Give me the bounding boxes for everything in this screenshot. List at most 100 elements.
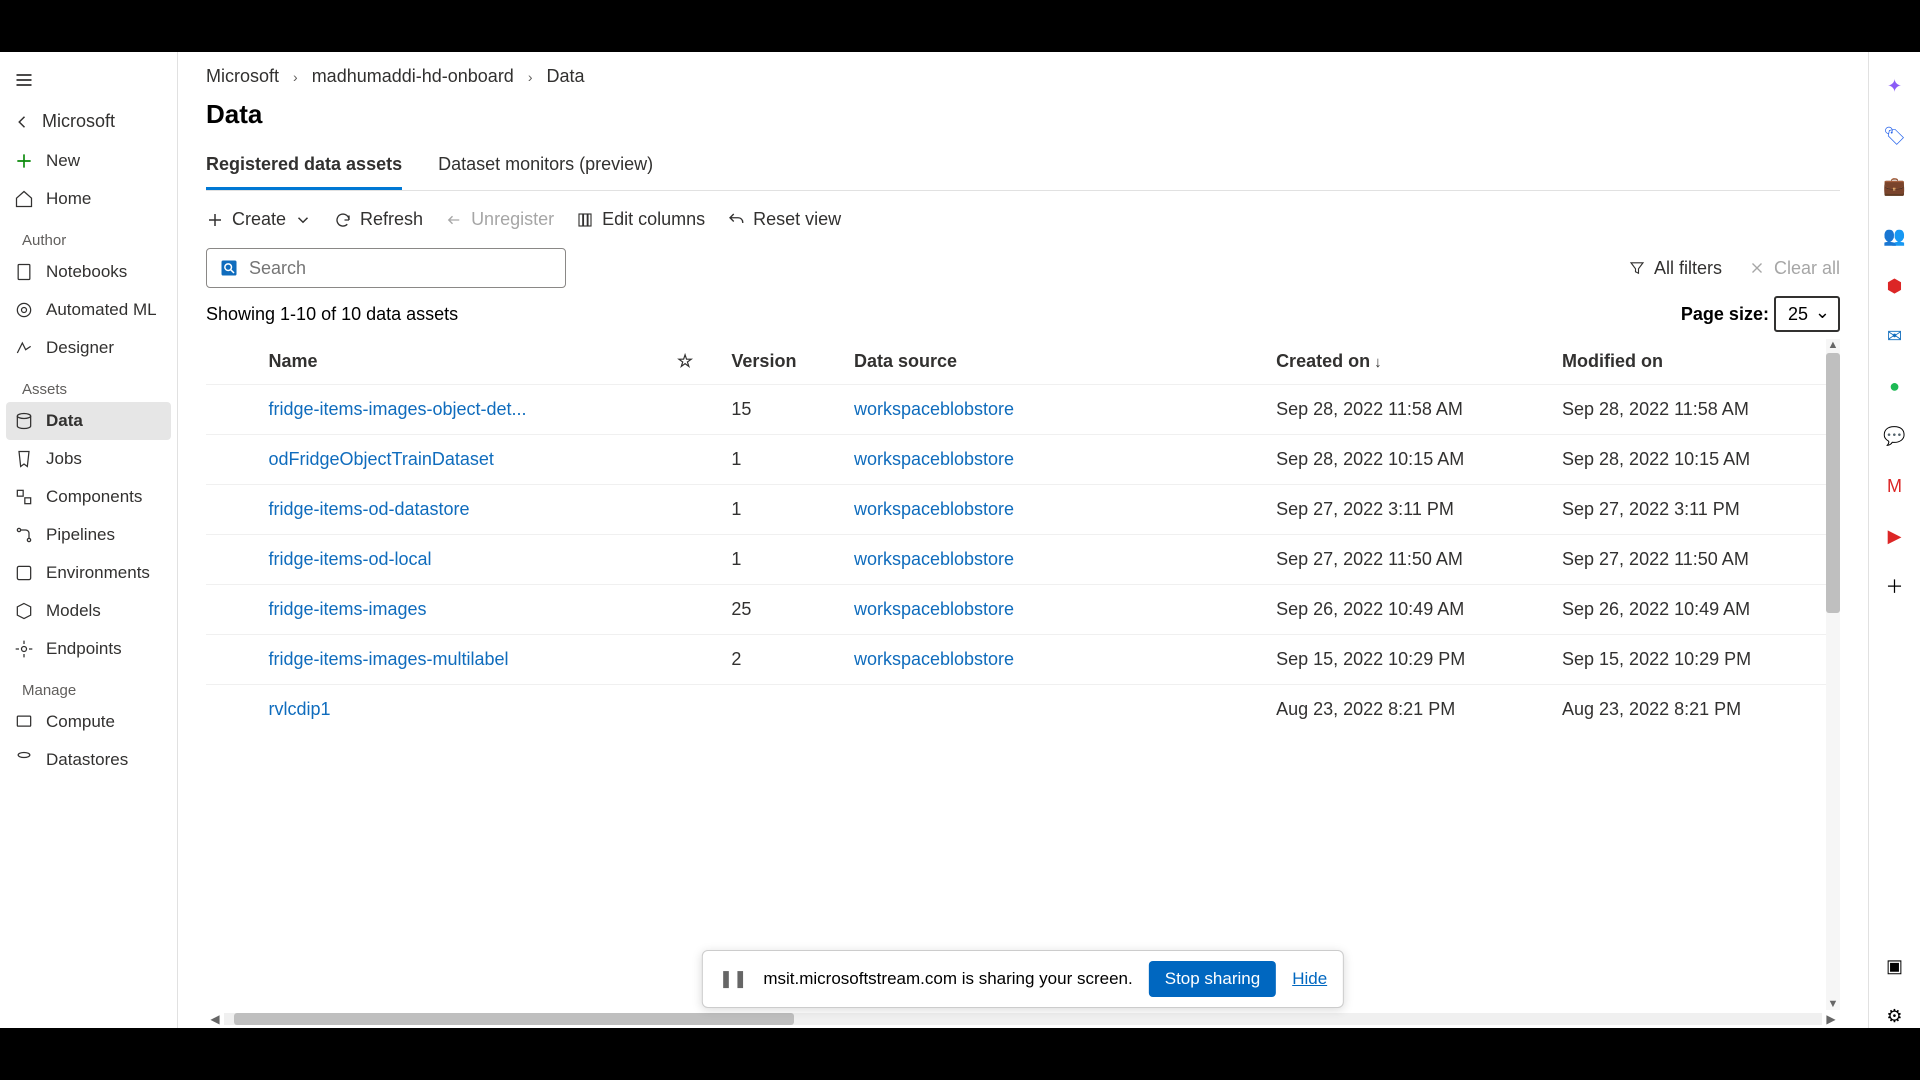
youtube-icon[interactable]: ▶	[1883, 524, 1907, 548]
row-datasource[interactable]: workspaceblobstore	[846, 585, 1268, 635]
row-datasource[interactable]: workspaceblobstore	[846, 635, 1268, 685]
workspace-selector[interactable]: Microsoft	[0, 101, 177, 142]
edit-columns-button[interactable]: Edit columns	[576, 209, 705, 230]
row-favorite[interactable]	[669, 585, 723, 635]
table-row[interactable]: fridge-items-images-object-det...15works…	[206, 385, 1840, 435]
row-checkbox[interactable]	[206, 435, 260, 485]
people-icon[interactable]: 👥	[1883, 224, 1907, 248]
row-checkbox[interactable]	[206, 385, 260, 435]
sidebar-item-models[interactable]: Models	[0, 592, 177, 630]
copilot-icon[interactable]: ✦	[1883, 74, 1907, 98]
row-name[interactable]: rvlcdip1	[260, 685, 669, 735]
col-name[interactable]: Name	[260, 339, 669, 385]
settings-icon[interactable]: ⚙	[1883, 1004, 1907, 1028]
new-button[interactable]: New	[0, 142, 177, 180]
sidebar-item-endpoints[interactable]: Endpoints	[0, 630, 177, 668]
row-modified: Aug 23, 2022 8:21 PM	[1554, 685, 1840, 735]
vertical-scrollbar[interactable]: ▲ ▼	[1826, 339, 1840, 1010]
search-input[interactable]	[249, 258, 553, 279]
row-favorite[interactable]	[669, 435, 723, 485]
search-box[interactable]	[206, 248, 566, 288]
table-row[interactable]: fridge-items-images-multilabel2workspace…	[206, 635, 1840, 685]
sidebar-item-jobs[interactable]: Jobs	[0, 440, 177, 478]
table-row[interactable]: fridge-items-images25workspaceblobstoreS…	[206, 585, 1840, 635]
sidebar-item-notebooks[interactable]: Notebooks	[0, 253, 177, 291]
stop-sharing-button[interactable]: Stop sharing	[1149, 961, 1276, 997]
tag-icon[interactable]: 🏷	[1883, 124, 1907, 148]
row-favorite[interactable]	[669, 535, 723, 585]
row-checkbox[interactable]	[206, 685, 260, 735]
row-checkbox[interactable]	[206, 535, 260, 585]
row-checkbox[interactable]	[206, 585, 260, 635]
row-checkbox[interactable]	[206, 485, 260, 535]
hide-link[interactable]: Hide	[1292, 969, 1327, 989]
row-favorite[interactable]	[669, 385, 723, 435]
pause-icon[interactable]: ❚❚	[719, 969, 748, 989]
sidebar-item-compute[interactable]: Compute	[0, 703, 177, 741]
tabs: Registered data assets Dataset monitors …	[206, 148, 1840, 191]
scroll-down-arrow[interactable]: ▼	[1826, 998, 1840, 1010]
table-row[interactable]: fridge-items-od-datastore1workspaceblobs…	[206, 485, 1840, 535]
sidebar-item-pipelines[interactable]: Pipelines	[0, 516, 177, 554]
row-checkbox[interactable]	[206, 635, 260, 685]
table-row[interactable]: rvlcdip1Aug 23, 2022 8:21 PMAug 23, 2022…	[206, 685, 1840, 735]
briefcase-icon[interactable]: 💼	[1883, 174, 1907, 198]
row-name[interactable]: odFridgeObjectTrainDataset	[260, 435, 669, 485]
sidebar-item-designer[interactable]: Designer	[0, 329, 177, 367]
scroll-up-arrow[interactable]: ▲	[1826, 339, 1840, 351]
row-name[interactable]: fridge-items-images-multilabel	[260, 635, 669, 685]
col-data-source[interactable]: Data source	[846, 339, 1268, 385]
row-name[interactable]: fridge-items-images-object-det...	[260, 385, 669, 435]
row-datasource[interactable]: workspaceblobstore	[846, 485, 1268, 535]
sidebar-item-data[interactable]: Data	[6, 402, 171, 440]
panel-icon[interactable]: ▣	[1883, 954, 1907, 978]
breadcrumb-link[interactable]: madhumaddi-hd-onboard	[312, 66, 514, 87]
table-row[interactable]: odFridgeObjectTrainDataset1workspaceblob…	[206, 435, 1840, 485]
refresh-button[interactable]: Refresh	[334, 209, 423, 230]
reset-view-button[interactable]: Reset view	[727, 209, 841, 230]
row-name[interactable]: fridge-items-od-datastore	[260, 485, 669, 535]
page-size-select[interactable]: 25	[1774, 296, 1840, 332]
sidebar-item-components[interactable]: Components	[0, 478, 177, 516]
models-icon	[14, 601, 34, 621]
scroll-right-arrow[interactable]: ▶	[1822, 1012, 1840, 1026]
all-filters-button[interactable]: All filters	[1628, 258, 1722, 279]
col-modified[interactable]: Modified on	[1554, 339, 1840, 385]
messenger-icon[interactable]: 💬	[1883, 424, 1907, 448]
table-row[interactable]: fridge-items-od-local1workspaceblobstore…	[206, 535, 1840, 585]
gmail-icon[interactable]: M	[1883, 474, 1907, 498]
scroll-thumb[interactable]	[1826, 353, 1840, 613]
scroll-thumb[interactable]	[234, 1013, 794, 1025]
outlook-icon[interactable]: ✉	[1883, 324, 1907, 348]
row-name[interactable]: fridge-items-od-local	[260, 535, 669, 585]
tab-registered[interactable]: Registered data assets	[206, 148, 402, 190]
scroll-track[interactable]	[224, 1013, 1822, 1025]
scroll-left-arrow[interactable]: ◀	[206, 1012, 224, 1026]
spotify-icon[interactable]: ●	[1883, 374, 1907, 398]
row-favorite[interactable]	[669, 685, 723, 735]
hamburger-button[interactable]	[0, 64, 177, 101]
share-text: msit.microsoftstream.com is sharing your…	[763, 969, 1132, 989]
add-icon[interactable]: ＋	[1883, 574, 1907, 598]
row-datasource[interactable]: workspaceblobstore	[846, 435, 1268, 485]
sidebar-item-home[interactable]: Home	[0, 180, 177, 218]
row-name[interactable]: fridge-items-images	[260, 585, 669, 635]
sidebar-item-environments[interactable]: Environments	[0, 554, 177, 592]
breadcrumb-link[interactable]: Microsoft	[206, 66, 279, 87]
create-button[interactable]: Create	[206, 209, 312, 230]
col-checkbox[interactable]	[206, 339, 260, 385]
col-version[interactable]: Version	[723, 339, 846, 385]
col-favorite[interactable]: ☆	[669, 339, 723, 385]
sidebar-item-datastores[interactable]: Datastores	[0, 741, 177, 779]
row-favorite[interactable]	[669, 635, 723, 685]
office-icon[interactable]: ⬢	[1883, 274, 1907, 298]
tab-monitors[interactable]: Dataset monitors (preview)	[438, 148, 653, 190]
unregister-label: Unregister	[471, 209, 554, 230]
row-datasource[interactable]: workspaceblobstore	[846, 385, 1268, 435]
row-datasource[interactable]: workspaceblobstore	[846, 535, 1268, 585]
col-created[interactable]: Created on↓	[1268, 339, 1554, 385]
sidebar-item-automl[interactable]: Automated ML	[0, 291, 177, 329]
row-datasource[interactable]	[846, 685, 1268, 735]
row-favorite[interactable]	[669, 485, 723, 535]
horizontal-scrollbar[interactable]: ◀ ▶	[206, 1010, 1840, 1028]
